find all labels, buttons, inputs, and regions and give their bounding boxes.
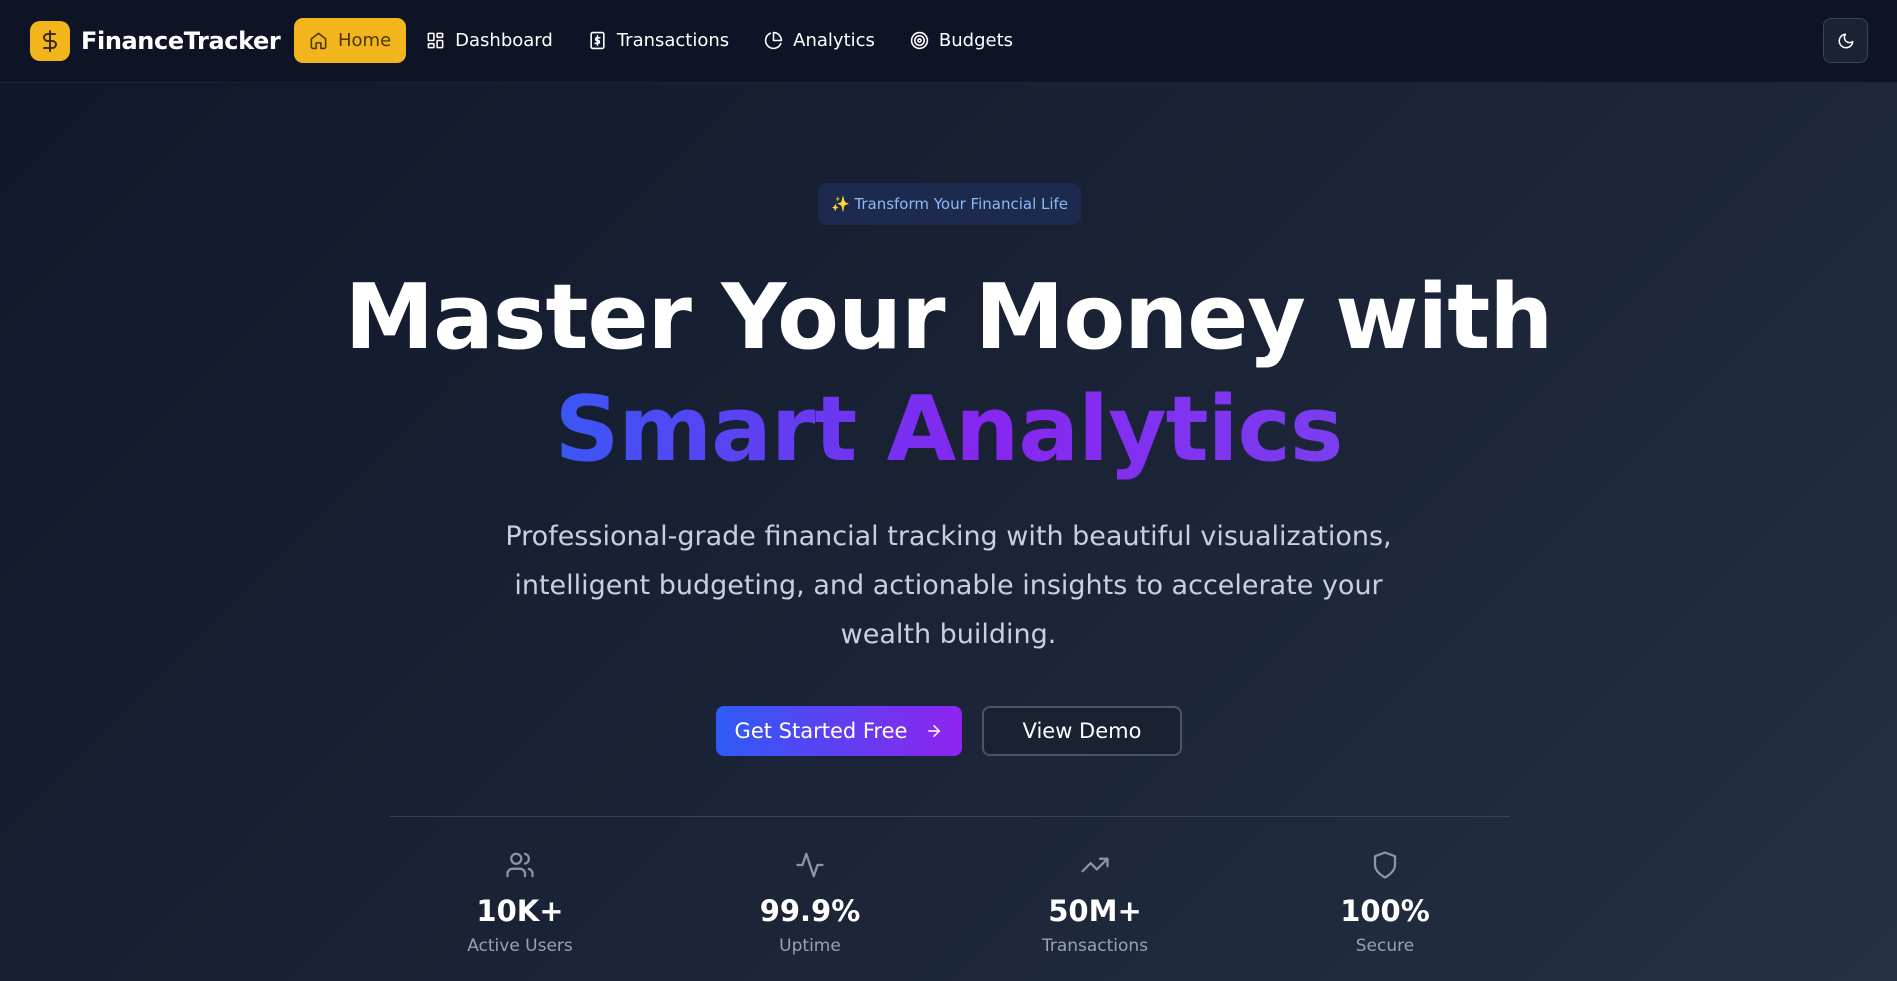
receipt-icon <box>590 31 605 50</box>
brand-logo[interactable]: FinanceTracker <box>30 20 281 62</box>
pie-chart-icon <box>764 31 783 50</box>
stat-active-users: 10K+ Active Users <box>390 850 650 956</box>
view-demo-label: View Demo <box>1022 719 1142 743</box>
nav-item-dashboard[interactable]: Dashboard <box>411 18 568 63</box>
nav-item-home[interactable]: Home <box>294 18 407 63</box>
nav-item-label: Transactions <box>616 30 730 51</box>
arrow-right-icon <box>928 725 941 737</box>
activity-icon <box>796 852 824 878</box>
hero-badge: ✨ Transform Your Financial Life <box>818 183 1081 225</box>
nav-item-budgets[interactable]: Budgets <box>895 18 1028 63</box>
stat-value: 50M+ <box>1048 894 1142 928</box>
hero-headline: Master Your Money with Smart Analytics <box>0 262 1897 486</box>
stat-value: 100% <box>1340 894 1430 928</box>
dashboard-icon <box>427 32 444 49</box>
stat-transactions: 50M+ Transactions <box>965 850 1225 956</box>
stat-label: Transactions <box>1041 936 1149 956</box>
stat-secure: 100% Secure <box>1255 850 1515 956</box>
nav-item-label: Dashboard <box>455 30 553 51</box>
nav-item-label: Home <box>338 30 392 51</box>
hero-subtitle: Professional-grade financial tracking wi… <box>505 521 1392 650</box>
nav-links: Home Dashboard Transactions Analytics Bu… <box>294 18 1033 63</box>
stat-label: Active Users <box>467 936 573 956</box>
stat-value: 99.9% <box>759 894 861 928</box>
view-demo-button[interactable]: View Demo <box>982 706 1182 756</box>
brand-name: FinanceTracker <box>81 27 281 55</box>
nav-item-label: Budgets <box>938 30 1014 51</box>
get-started-button[interactable]: Get Started Free <box>716 706 962 756</box>
hero-title-line1: Master Your Money with <box>344 265 1554 370</box>
top-navigation-bar: FinanceTracker Home Dashboard Transactio… <box>0 0 1897 83</box>
stat-uptime: 99.9% Uptime <box>680 850 940 956</box>
nav-item-analytics[interactable]: Analytics <box>749 18 890 63</box>
stats-row: 10K+ Active Users 99.9% Uptime 50M+ Tran… <box>390 850 1510 981</box>
users-icon <box>506 852 534 878</box>
theme-toggle-button[interactable] <box>1823 18 1868 63</box>
get-started-label: Get Started Free <box>734 719 908 743</box>
moon-icon <box>1838 33 1853 48</box>
trending-up-icon <box>1081 857 1109 873</box>
hero-title-line2: Smart Analytics <box>555 374 1344 486</box>
stats-divider <box>390 816 1510 817</box>
target-icon <box>910 31 929 50</box>
nav-item-label: Analytics <box>793 30 875 51</box>
stat-label: Secure <box>1355 936 1415 956</box>
stat-value: 10K+ <box>476 894 564 928</box>
shield-icon <box>1373 851 1397 879</box>
stat-label: Uptime <box>779 936 841 956</box>
dollar-icon <box>30 21 70 61</box>
home-icon <box>310 32 327 50</box>
nav-item-transactions[interactable]: Transactions <box>573 18 744 63</box>
